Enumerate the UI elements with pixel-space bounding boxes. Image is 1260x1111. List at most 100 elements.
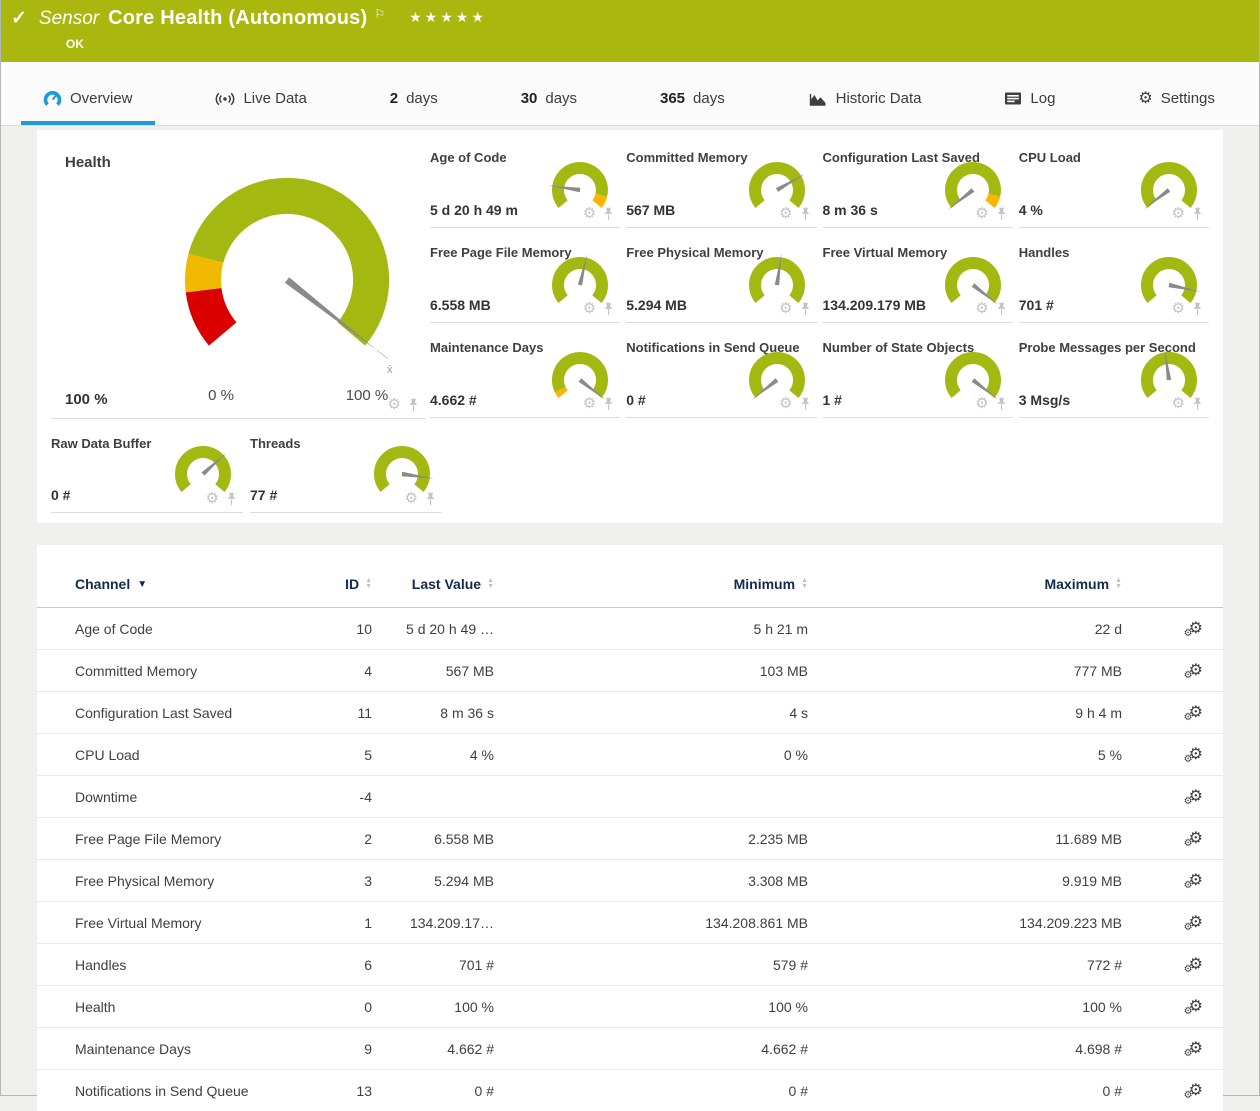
channels-table-header: Channel▼ID▲▼Last Value▲▼Minimum▲▼Maximum…	[37, 561, 1223, 608]
pin-icon[interactable]	[800, 302, 811, 316]
channel-row-committed-memory: Committed Memory4567 MB103 MB777 MB⚙⚙	[37, 650, 1223, 692]
cell-maximum: 134.209.223 MB	[808, 915, 1122, 931]
column-header-last[interactable]: Last Value▲▼	[372, 576, 494, 592]
tab-number: 30	[521, 90, 538, 107]
pin-icon[interactable]	[603, 397, 614, 411]
channel-name[interactable]: Downtime	[75, 789, 137, 805]
cell-channel: Free Virtual Memory	[37, 915, 277, 931]
cell-last-value: 0 #	[372, 1083, 494, 1099]
channel-name[interactable]: Free Page File Memory	[75, 831, 221, 847]
gauge-settings-icon[interactable]: ⚙	[206, 491, 219, 506]
tab-365-days[interactable]: 365days	[638, 80, 747, 125]
tab-historic-data[interactable]: Historic Data	[786, 80, 944, 125]
cell-minimum: 5 h 21 m	[494, 621, 808, 637]
gauge-settings-icon[interactable]: ⚙	[779, 396, 792, 411]
gauge-settings-icon[interactable]: ⚙	[779, 301, 792, 316]
cell-actions: ⚙⚙	[1122, 789, 1223, 805]
gauge-tile-icons: ⚙	[779, 396, 810, 411]
cell-channel: Handles	[37, 957, 277, 973]
tab-live-data[interactable]: Live Data	[193, 80, 328, 125]
gauge-tile-number-of-state-objects: Number of State Objects1 #⚙	[823, 332, 1013, 418]
channel-settings-icon[interactable]: ⚙⚙	[1189, 1083, 1203, 1099]
pin-icon[interactable]	[1192, 302, 1203, 316]
channel-name[interactable]: Maintenance Days	[75, 1041, 191, 1057]
pin-icon[interactable]	[996, 207, 1007, 221]
channel-settings-icon[interactable]: ⚙⚙	[1189, 957, 1203, 973]
gauge-tile-handles: Handles701 #⚙	[1019, 237, 1209, 323]
channel-name[interactable]: Configuration Last Saved	[75, 705, 232, 721]
pin-icon[interactable]	[1192, 207, 1203, 221]
priority-stars[interactable]: ★★★★★	[409, 7, 487, 26]
channel-settings-icon[interactable]: ⚙⚙	[1189, 873, 1203, 889]
gauge-settings-icon[interactable]: ⚙	[1172, 206, 1185, 221]
mean-marker: x̄	[387, 364, 393, 376]
channel-name[interactable]: Free Physical Memory	[75, 873, 214, 889]
pin-icon[interactable]	[1192, 397, 1203, 411]
channel-name[interactable]: CPU Load	[75, 747, 140, 763]
column-header-channel[interactable]: Channel▼	[37, 576, 277, 592]
pin-icon[interactable]	[603, 302, 614, 316]
tab-30-days[interactable]: 30days	[499, 80, 599, 125]
channel-row-notifications-in-send-queue: Notifications in Send Queue130 #0 #0 #⚙⚙	[37, 1070, 1223, 1111]
channel-settings-icon[interactable]: ⚙⚙	[1189, 747, 1203, 763]
channel-settings-icon[interactable]: ⚙⚙	[1189, 915, 1203, 931]
gauge-settings-icon[interactable]: ⚙	[975, 396, 988, 411]
gauge-settings-icon[interactable]: ⚙	[583, 206, 596, 221]
gauge-settings-icon[interactable]: ⚙	[1172, 301, 1185, 316]
cell-minimum: 3.308 MB	[494, 873, 808, 889]
column-header-min[interactable]: Minimum▲▼	[494, 576, 808, 592]
gauge-settings-icon[interactable]: ⚙	[975, 301, 988, 316]
channel-settings-icon[interactable]: ⚙⚙	[1189, 831, 1203, 847]
flag-icon[interactable]: ⚐	[374, 7, 385, 21]
channel-settings-icon[interactable]: ⚙⚙	[1189, 705, 1203, 721]
gauge-settings-icon[interactable]: ⚙	[405, 491, 418, 506]
channel-name[interactable]: Health	[75, 999, 115, 1015]
cell-id: 6	[277, 957, 372, 973]
pin-icon[interactable]	[996, 397, 1007, 411]
gauge-max-label: 100 %	[346, 387, 389, 404]
gauge-value: 134.209.179 MB	[823, 297, 927, 313]
pin-icon[interactable]	[425, 492, 436, 506]
pin-icon[interactable]	[408, 398, 419, 412]
pin-icon[interactable]	[226, 492, 237, 506]
object-kind-label: Sensor	[39, 8, 99, 30]
cell-channel: Free Page File Memory	[37, 831, 277, 847]
gauge-settings-icon[interactable]: ⚙	[1172, 396, 1185, 411]
channel-settings-icon[interactable]: ⚙⚙	[1189, 999, 1203, 1015]
gauges-top-area: Health 0 %100 %x̄ 100 % ⚙ Age of Code5 d…	[51, 142, 1209, 419]
cell-id: 11	[277, 705, 372, 721]
cell-maximum: 11.689 MB	[808, 831, 1122, 847]
tab-2-days[interactable]: 2days	[368, 80, 460, 125]
pin-icon[interactable]	[800, 397, 811, 411]
tab-label: Settings	[1161, 90, 1215, 107]
gauge-settings-icon[interactable]: ⚙	[583, 301, 596, 316]
tab-log[interactable]: Log	[982, 80, 1077, 125]
channel-name[interactable]: Age of Code	[75, 621, 153, 637]
pin-icon[interactable]	[603, 207, 614, 221]
gauge-settings-icon[interactable]: ⚙	[583, 396, 596, 411]
pin-icon[interactable]	[996, 302, 1007, 316]
gauge-tile-health: Health 0 %100 %x̄ 100 % ⚙	[51, 142, 425, 419]
channel-name[interactable]: Handles	[75, 957, 126, 973]
cell-id: 4	[277, 663, 372, 679]
channel-settings-icon[interactable]: ⚙⚙	[1189, 663, 1203, 679]
cell-maximum: 9 h 4 m	[808, 705, 1122, 721]
bottom-gauges-row: Raw Data Buffer0 #⚙Threads77 #⚙	[51, 428, 1209, 513]
channel-settings-icon[interactable]: ⚙⚙	[1189, 1041, 1203, 1057]
column-header-id[interactable]: ID▲▼	[277, 576, 372, 592]
gauge-settings-icon[interactable]: ⚙	[975, 206, 988, 221]
tab-settings[interactable]: ⚙Settings	[1116, 80, 1237, 125]
cell-id: -4	[277, 789, 372, 805]
cell-actions: ⚙⚙	[1122, 663, 1223, 679]
column-header-max[interactable]: Maximum▲▼	[808, 576, 1122, 592]
channel-settings-icon[interactable]: ⚙⚙	[1189, 789, 1203, 805]
channel-settings-icon[interactable]: ⚙⚙	[1189, 621, 1203, 637]
pin-icon[interactable]	[800, 207, 811, 221]
channel-name[interactable]: Free Virtual Memory	[75, 915, 202, 931]
tab-overview[interactable]: Overview	[21, 80, 155, 125]
gauge-settings-icon[interactable]: ⚙	[779, 206, 792, 221]
channel-name[interactable]: Committed Memory	[75, 663, 197, 679]
gauge-settings-icon[interactable]: ⚙	[388, 397, 401, 412]
channel-name[interactable]: Notifications in Send Queue	[75, 1083, 249, 1099]
cell-maximum: 22 d	[808, 621, 1122, 637]
